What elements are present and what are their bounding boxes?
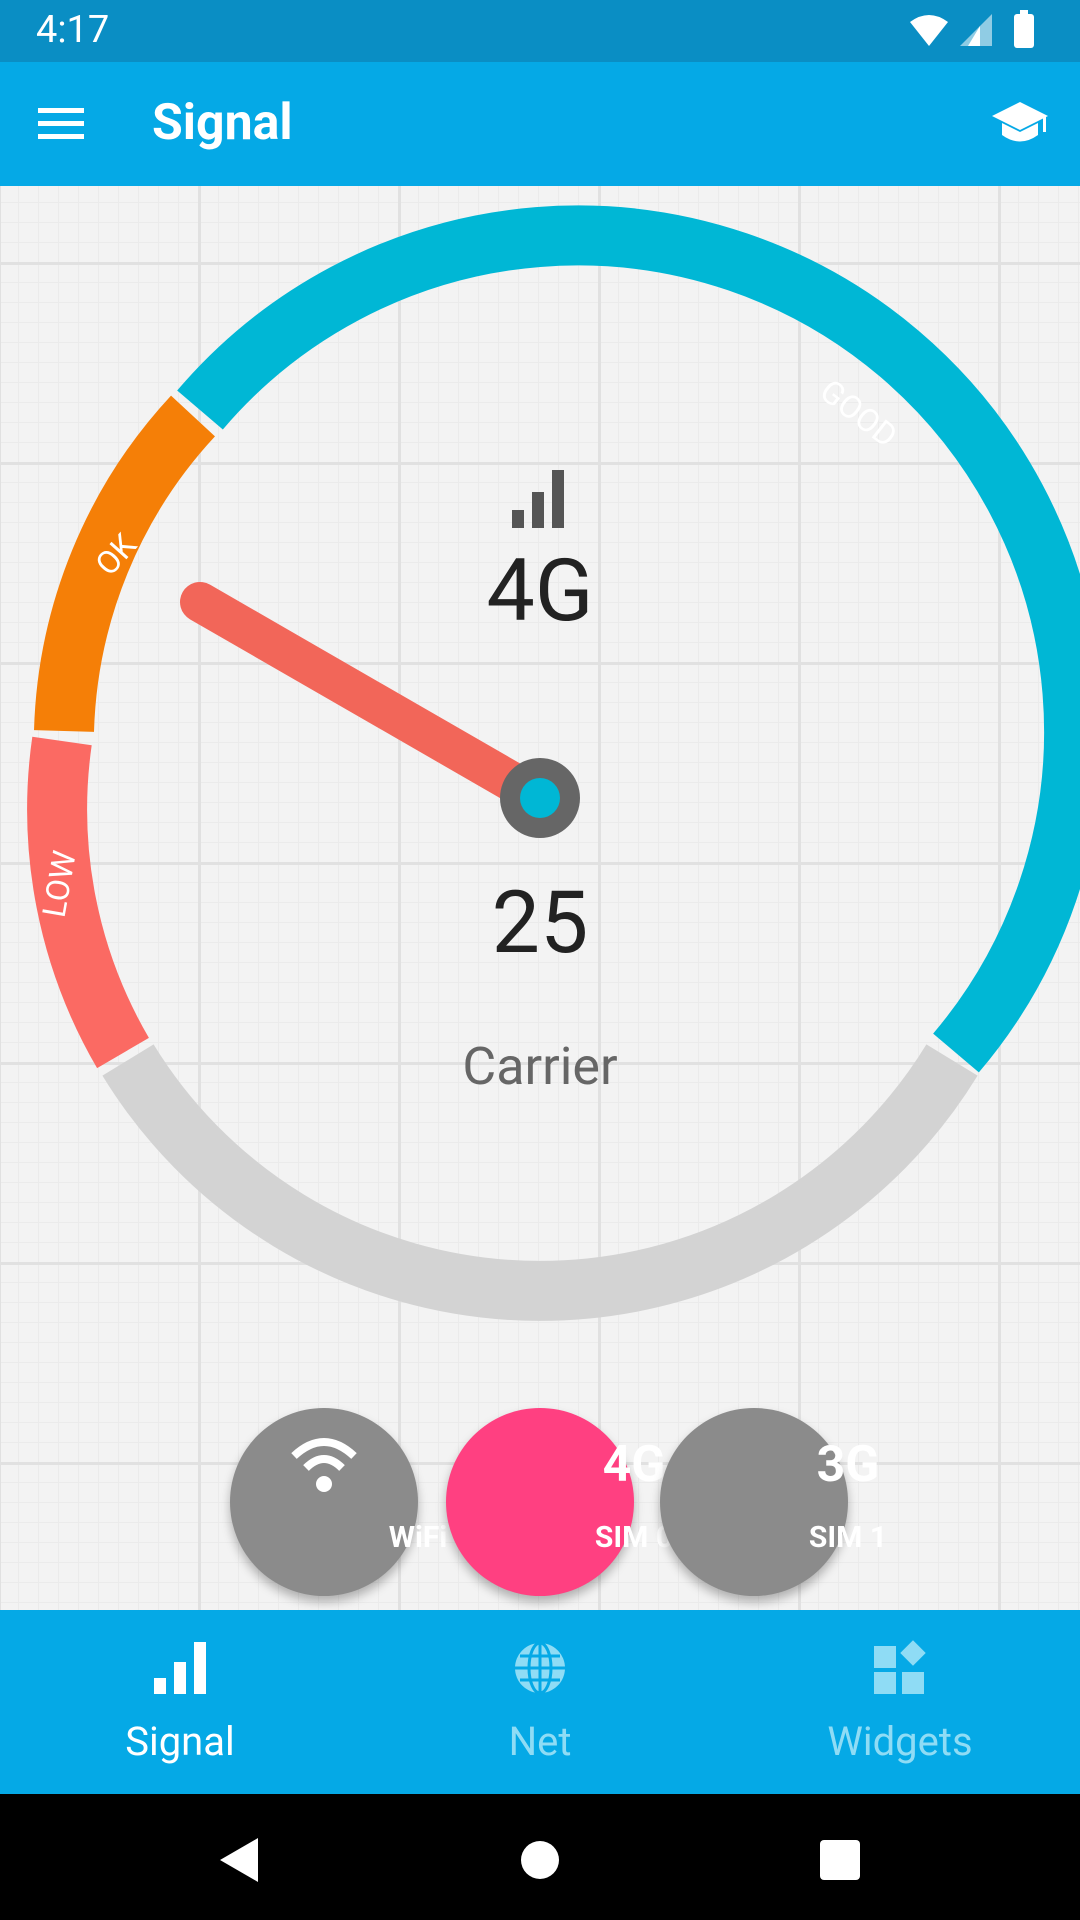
school-icon[interactable] [990,98,1050,150]
nav-item-signal[interactable]: Signal [0,1610,360,1794]
sim1-button[interactable]: 3G SIM 1 [660,1408,887,1596]
nav-item-net[interactable]: Net [360,1610,720,1794]
app-bar: Signal [0,62,1080,186]
wifi-button[interactable]: WiFi [230,1408,447,1596]
signal-gauge: LOW OK GOOD [27,205,1080,1321]
battery-icon [1014,14,1034,48]
recents-icon[interactable] [810,1830,870,1890]
sim0-button[interactable]: 4G SIM 0 [446,1408,673,1596]
status-bar: 4:17 [0,0,1080,62]
carrier-name: Carrier [462,1036,618,1097]
app-title: Signal [152,94,293,152]
bottom-navigation: Signal Net Widgets [0,1610,1080,1794]
sim1-network-label: 3G [816,1436,880,1494]
menu-icon[interactable] [36,102,86,146]
home-icon[interactable] [510,1830,570,1890]
signal-bars-icon [154,1642,206,1694]
wifi-icon [291,1438,357,1492]
globe-icon [515,1641,565,1695]
nav-item-widgets[interactable]: Widgets [720,1610,1080,1794]
status-icons [910,10,1034,48]
signal-content: LOW OK GOOD 4G 25 Carrier WiFi 4G SIM 0 … [0,186,1080,1610]
back-icon[interactable] [210,1830,270,1890]
widgets-icon [874,1640,926,1694]
wifi-status-icon [910,15,948,46]
nav-label-widgets: Widgets [827,1718,973,1765]
system-navigation-bar [0,1794,1080,1920]
signal-value: 25 [491,872,589,973]
nav-label-signal: Signal [125,1718,235,1765]
status-time: 4:17 [36,8,110,52]
sim1-label: SIM 1 [808,1520,888,1555]
signal-bars-icon [512,470,564,528]
nav-label-net: Net [508,1718,572,1765]
network-type: 4G [486,540,594,641]
